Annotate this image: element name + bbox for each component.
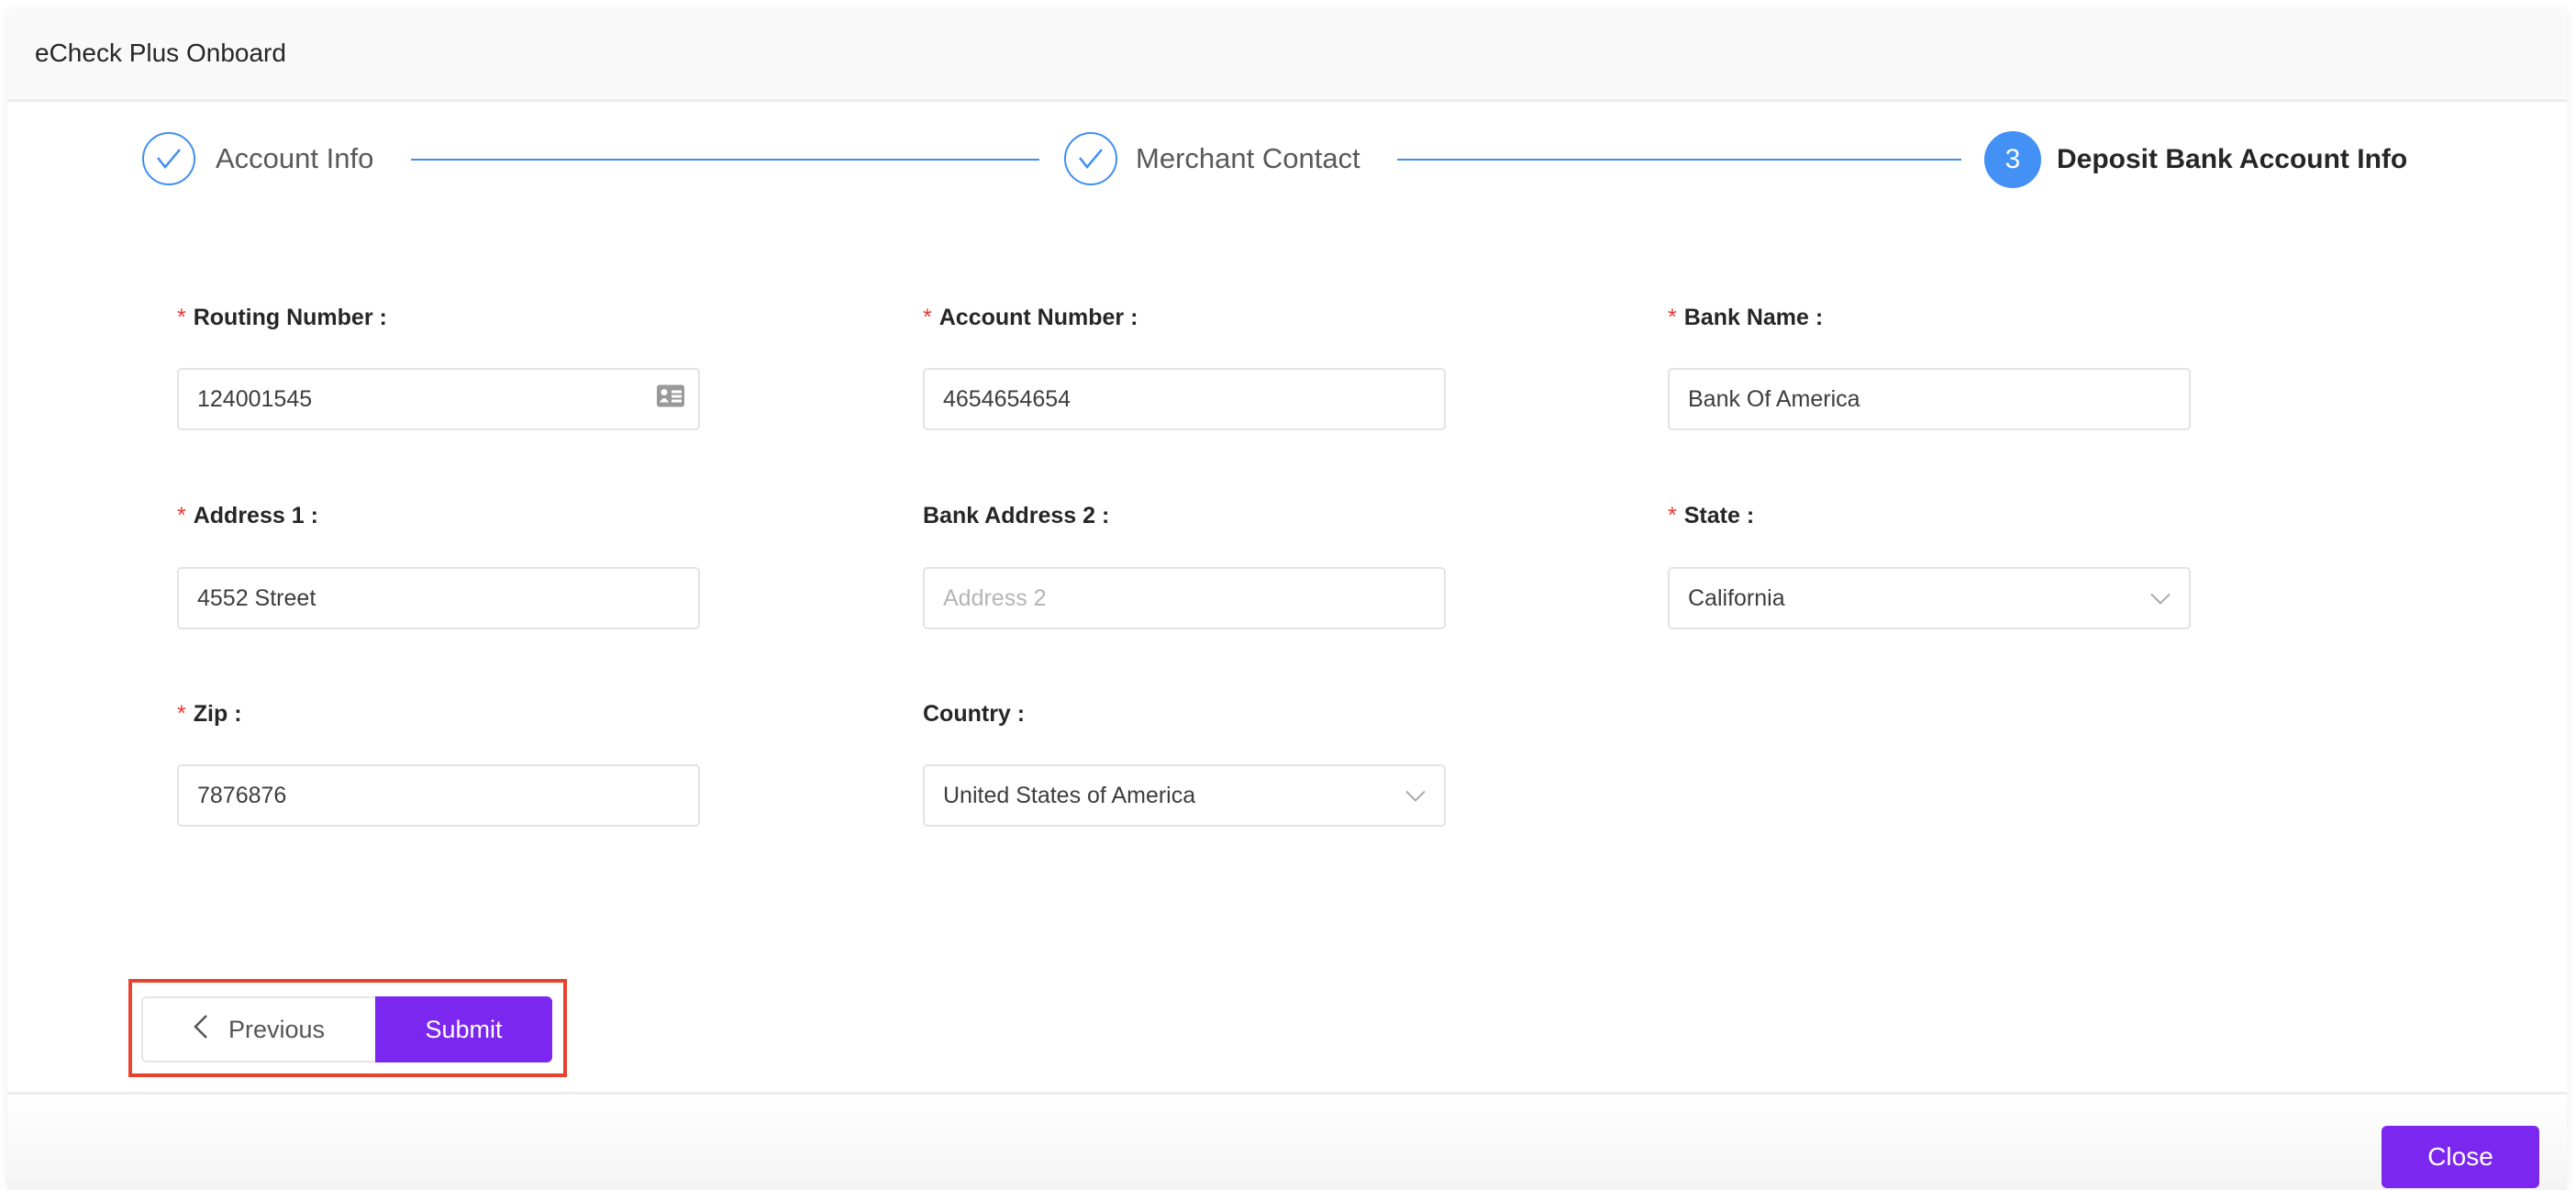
step-merchant-contact: Merchant Contact	[1136, 142, 1360, 174]
address1-label: * Address 1 :	[177, 503, 318, 528]
country-select[interactable]: United States of America	[923, 764, 1446, 827]
account-number-value: 4654654654	[943, 385, 1071, 412]
state-select[interactable]: California	[1668, 567, 2191, 629]
routing-number-input[interactable]: 124001545	[177, 368, 700, 430]
address2-placeholder: Address 2	[943, 584, 1047, 611]
country-label: Country :	[923, 701, 1026, 727]
check-icon	[142, 132, 195, 185]
previous-label: Previous	[228, 1015, 326, 1043]
address2-label: Bank Address 2 :	[923, 503, 1110, 528]
previous-button[interactable]: Previous	[141, 996, 375, 1062]
step-account-info: Account Info	[216, 142, 374, 174]
bank-name-value: Bank Of America	[1688, 385, 1860, 412]
check-icon	[1064, 132, 1117, 185]
state-label: * State :	[1668, 503, 1755, 528]
step-connector	[1397, 159, 1961, 161]
zip-label: * Zip :	[177, 701, 242, 727]
address1-value: 4552 Street	[197, 584, 316, 611]
chevron-down-icon	[1405, 783, 1426, 809]
chevron-down-icon	[2150, 585, 2171, 612]
chevron-left-icon	[194, 1014, 208, 1046]
address2-input[interactable]: Address 2	[923, 567, 1446, 629]
routing-number-value: 124001545	[197, 385, 313, 412]
dialog-footer: Close	[7, 1092, 2567, 1190]
step-connector	[411, 159, 1039, 161]
account-number-input[interactable]: 4654654654	[923, 368, 1446, 430]
dialog-title: eCheck Plus Onboard	[35, 39, 286, 67]
account-number-label: * Account Number :	[923, 305, 1138, 330]
step-number-3: 3	[1984, 131, 2041, 188]
dialog-header: eCheck Plus Onboard	[7, 11, 2567, 102]
state-value: California	[1688, 584, 1785, 611]
bank-name-label: * Bank Name :	[1668, 305, 1824, 330]
address1-input[interactable]: 4552 Street	[177, 567, 700, 629]
submit-button[interactable]: Submit	[375, 996, 552, 1062]
country-value: United States of America	[943, 782, 1196, 808]
zip-input[interactable]: 7876876	[177, 764, 700, 827]
onboard-dialog: eCheck Plus Onboard Account Info Merchan…	[7, 11, 2567, 1190]
close-button[interactable]: Close	[2382, 1126, 2539, 1188]
step-deposit-bank: Deposit Bank Account Info	[2057, 144, 2408, 174]
id-card-icon[interactable]	[656, 384, 685, 415]
zip-value: 7876876	[197, 782, 287, 808]
bank-name-input[interactable]: Bank Of America	[1668, 368, 2191, 430]
routing-number-label: * Routing Number :	[177, 305, 387, 330]
